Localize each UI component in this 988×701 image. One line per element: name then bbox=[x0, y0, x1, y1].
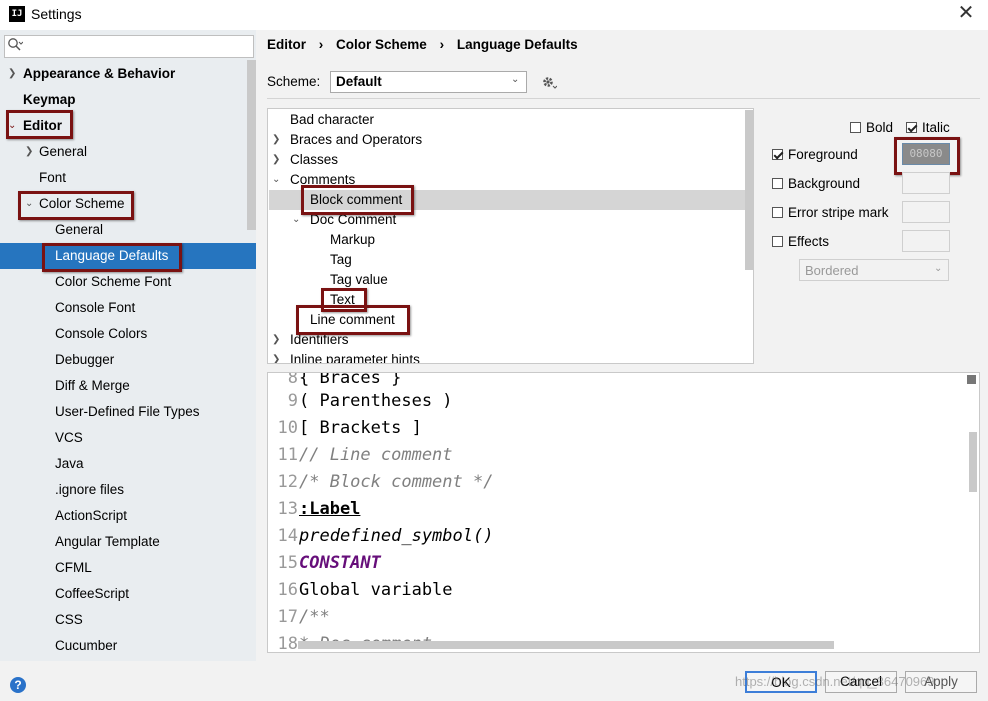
search-icon bbox=[8, 38, 23, 51]
code-line: [ Brackets ] bbox=[299, 418, 422, 438]
chevron-down-icon[interactable]: ⌄ bbox=[292, 207, 300, 233]
chevron-right-icon[interactable]: ❯ bbox=[25, 139, 33, 165]
breadcrumb-separator: › bbox=[439, 37, 445, 52]
code-line: Global variable bbox=[299, 580, 453, 600]
line-number: 17 bbox=[277, 607, 298, 627]
sidebar-item-cfml[interactable]: CFML bbox=[55, 555, 92, 581]
attr-item-braces-operators[interactable]: Braces and Operators bbox=[290, 130, 422, 150]
code-line-constant: CONSTANT bbox=[299, 553, 381, 573]
attr-item-tag[interactable]: Tag bbox=[330, 250, 352, 270]
sidebar-scrollbar[interactable] bbox=[247, 60, 256, 230]
highlight-box bbox=[18, 191, 134, 220]
highlight-box bbox=[42, 243, 182, 272]
divider bbox=[267, 98, 980, 99]
attr-item-bad-character[interactable]: Bad character bbox=[290, 110, 374, 130]
sidebar-item-coffeescript[interactable]: CoffeeScript bbox=[55, 581, 129, 607]
sidebar-item-console-colors[interactable]: Console Colors bbox=[55, 321, 147, 347]
sidebar-item-java[interactable]: Java bbox=[55, 451, 84, 477]
editor-horizontal-scrollbar[interactable] bbox=[298, 641, 834, 649]
search-input[interactable] bbox=[4, 35, 254, 58]
attr-item-tag-value[interactable]: Tag value bbox=[330, 270, 388, 290]
sidebar-item-css[interactable]: CSS bbox=[55, 607, 83, 633]
attr-item-markup[interactable]: Markup bbox=[330, 230, 375, 250]
sidebar-item-appearance-behavior[interactable]: Appearance & Behavior bbox=[23, 61, 175, 87]
breadcrumb-item[interactable]: Editor bbox=[267, 37, 306, 52]
chevron-right-icon[interactable]: ❯ bbox=[8, 61, 16, 87]
sidebar-item-console-font[interactable]: Console Font bbox=[55, 295, 135, 321]
foreground-checkbox[interactable] bbox=[772, 149, 783, 160]
bold-label: Bold bbox=[866, 120, 894, 135]
highlight-box bbox=[894, 137, 960, 175]
line-number: 14 bbox=[277, 526, 298, 546]
sidebar-item-user-defined-file-types[interactable]: User-Defined File Types bbox=[55, 399, 200, 425]
highlight-box bbox=[301, 185, 414, 215]
code-line-label: :Label bbox=[299, 499, 361, 519]
close-icon[interactable]: ✕ bbox=[956, 2, 976, 24]
sidebar-item-debugger[interactable]: Debugger bbox=[55, 347, 114, 373]
code-line-comment: /* Block comment */ bbox=[299, 472, 494, 492]
highlight-box bbox=[6, 110, 73, 139]
watermark: https://blog.csdn.net/qq_36470969 bbox=[735, 674, 935, 689]
chevron-down-icon[interactable]: ⌄ bbox=[272, 167, 280, 193]
code-line-comment: // Line comment bbox=[299, 445, 453, 465]
breadcrumb: Editor › Color Scheme › Language Default… bbox=[267, 37, 578, 52]
background-label: Background bbox=[788, 176, 861, 191]
breadcrumb-item: Language Defaults bbox=[456, 37, 578, 52]
sidebar-item-vcs[interactable]: VCS bbox=[55, 425, 83, 451]
error-stripe-checkbox[interactable] bbox=[772, 207, 783, 218]
line-number: 15 bbox=[277, 553, 298, 573]
attributes-scrollbar[interactable] bbox=[745, 110, 753, 270]
title-bar bbox=[0, 0, 988, 30]
sidebar-item-color-scheme-general[interactable]: General bbox=[55, 217, 103, 243]
gear-icon[interactable] bbox=[541, 74, 557, 90]
line-number: 13 bbox=[277, 499, 298, 519]
editor-vertical-scrollbar[interactable] bbox=[969, 432, 977, 492]
sidebar-item-diff-merge[interactable]: Diff & Merge bbox=[55, 373, 130, 399]
effects-label: Effects bbox=[788, 234, 830, 249]
line-number: 16 bbox=[277, 580, 298, 600]
background-checkbox[interactable] bbox=[772, 178, 783, 189]
chevron-right-icon[interactable]: ❯ bbox=[272, 347, 280, 363]
sidebar-item-angular-template[interactable]: Angular Template bbox=[55, 529, 160, 555]
window-title: Settings bbox=[31, 6, 82, 22]
chevron-down-icon: ⌄ bbox=[934, 263, 943, 274]
sidebar-item-general[interactable]: General bbox=[39, 139, 87, 165]
code-line-predefined: predefined_symbol() bbox=[299, 526, 494, 546]
italic-label: Italic bbox=[922, 120, 950, 135]
code-line: ( Parentheses ) bbox=[299, 391, 453, 411]
error-stripe-color-swatch[interactable] bbox=[902, 201, 950, 223]
breadcrumb-separator: › bbox=[318, 37, 324, 52]
line-number: 10 bbox=[277, 418, 298, 438]
help-icon[interactable]: ? bbox=[10, 677, 26, 693]
scroll-up-button[interactable] bbox=[967, 375, 976, 384]
highlight-box bbox=[296, 305, 410, 335]
chevron-down-icon: ⌄ bbox=[511, 74, 520, 85]
sidebar-item-font[interactable]: Font bbox=[39, 165, 66, 191]
intellij-logo-icon: IJ bbox=[9, 6, 25, 22]
line-number: 18 bbox=[277, 634, 298, 653]
line-number: 12 bbox=[277, 472, 298, 492]
attr-item-classes[interactable]: Classes bbox=[290, 150, 338, 170]
line-number: 9 bbox=[287, 391, 298, 411]
sidebar-item-cucumber[interactable]: Cucumber bbox=[55, 633, 117, 659]
line-number: 11 bbox=[277, 445, 298, 465]
scheme-value: Default bbox=[336, 74, 382, 89]
sidebar-item-actionscript[interactable]: ActionScript bbox=[55, 503, 127, 529]
italic-checkbox[interactable] bbox=[906, 122, 917, 133]
foreground-label: Foreground bbox=[788, 147, 858, 162]
effects-checkbox[interactable] bbox=[772, 236, 783, 247]
effects-color-swatch[interactable] bbox=[902, 230, 950, 252]
code-line-comment: /** bbox=[299, 607, 330, 627]
error-stripe-label: Error stripe mark bbox=[788, 205, 889, 220]
effects-style-value: Bordered bbox=[805, 263, 859, 278]
scheme-label: Scheme: bbox=[267, 74, 321, 89]
preview-editor[interactable]: 8 { Braces } 9 ( Parentheses ) 10 [ Brac… bbox=[267, 372, 980, 653]
breadcrumb-item[interactable]: Color Scheme bbox=[336, 37, 427, 52]
sidebar-item-color-scheme-font[interactable]: Color Scheme Font bbox=[55, 269, 171, 295]
background-color-swatch[interactable] bbox=[902, 172, 950, 194]
sidebar-item-ignore-files[interactable]: .ignore files bbox=[55, 477, 124, 503]
attr-item-inline-parameter-hints[interactable]: Inline parameter hints bbox=[290, 350, 420, 363]
bold-checkbox[interactable] bbox=[850, 122, 861, 133]
